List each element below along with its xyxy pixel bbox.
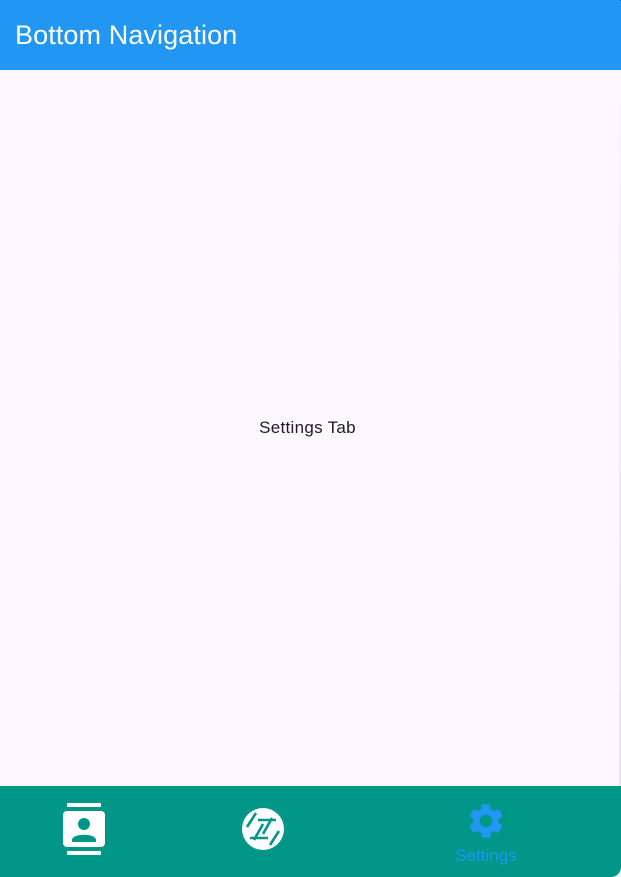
contacts-icon <box>63 803 105 855</box>
nav-item-contacts[interactable] <box>39 786 129 877</box>
settings-icon <box>469 804 503 838</box>
camera-icon <box>242 808 284 850</box>
app-bar-title: Bottom Navigation <box>15 19 238 50</box>
app-bar: Bottom Navigation <box>0 0 621 70</box>
nav-item-settings[interactable]: Settings <box>440 786 532 877</box>
tab-content-text: Settings Tab <box>259 418 356 437</box>
bottom-navigation-bar: Settings <box>0 786 621 877</box>
nav-label-settings: Settings <box>455 846 517 865</box>
app-screen: Bottom Navigation Settings Tab Settings <box>0 0 621 877</box>
nav-item-camera[interactable] <box>218 786 308 877</box>
tab-content: Settings Tab <box>0 70 621 786</box>
